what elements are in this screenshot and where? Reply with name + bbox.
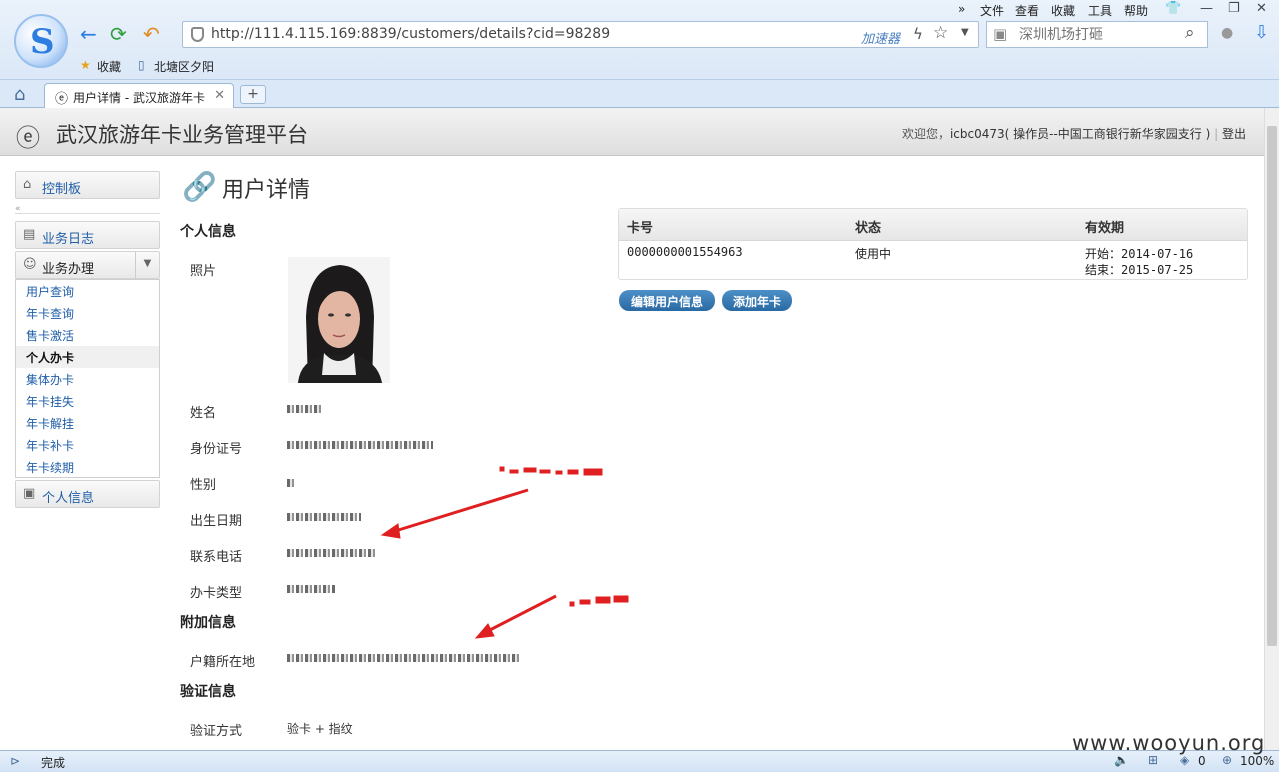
status-count: 0 — [1198, 754, 1206, 768]
volume-icon[interactable]: 🔈 — [1114, 753, 1129, 767]
zoom-level[interactable]: 100% — [1240, 754, 1274, 768]
zoom-icon[interactable]: ⊕ — [1222, 753, 1232, 767]
toolbox-icon[interactable]: ⊞ — [1148, 753, 1158, 767]
shield-status-icon[interactable]: ◈ — [1180, 753, 1189, 767]
annotation-arrows — [380, 466, 629, 639]
sidebar-toggle-icon[interactable]: ⊳ — [10, 754, 20, 768]
status-text: 完成 — [41, 756, 66, 770]
watermark: www.wooyun.org — [1072, 731, 1266, 755]
